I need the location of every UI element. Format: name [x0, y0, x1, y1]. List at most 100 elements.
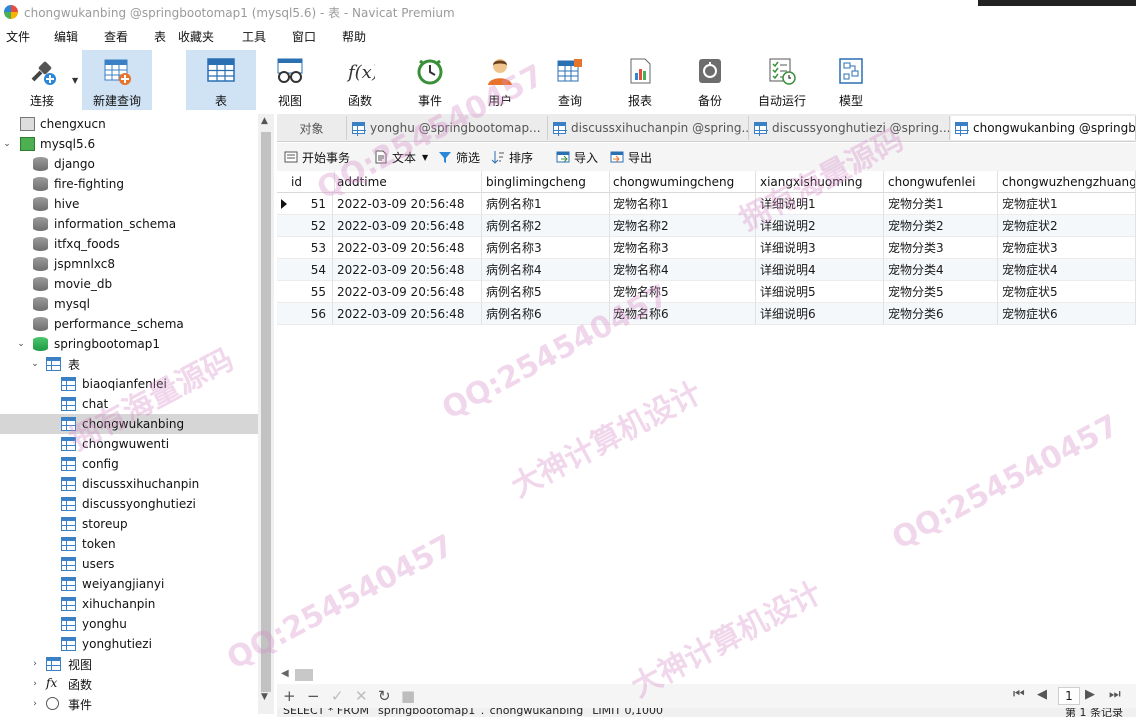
- cell-addtime[interactable]: 2022-03-09 20:56:48: [333, 281, 482, 303]
- cell-xiangxishuoming[interactable]: 详细说明2: [756, 215, 884, 237]
- cell-chongwumingcheng[interactable]: 宠物名称1: [609, 193, 756, 215]
- tab-discussxihuchanpin[interactable]: discussxihuchanpin @spring...: [549, 116, 749, 140]
- function-button[interactable]: f(x) 函数: [332, 50, 388, 110]
- cell-binglimingcheng[interactable]: 病例名称5: [482, 281, 610, 303]
- tree-connection-chengxucn[interactable]: chengxucn: [0, 114, 258, 134]
- tree-db-django[interactable]: django: [0, 154, 258, 174]
- model-button[interactable]: 模型: [826, 50, 876, 110]
- scroll-up-icon[interactable]: ▲: [261, 116, 268, 126]
- collapse-chevron-icon[interactable]: ›: [30, 679, 40, 689]
- collapse-chevron-icon[interactable]: ›: [30, 659, 40, 669]
- stop-icon[interactable]: ■: [401, 687, 415, 705]
- cell-chongwumingcheng[interactable]: 宠物名称5: [609, 281, 756, 303]
- cell-xiangxishuoming[interactable]: 详细说明1: [756, 193, 884, 215]
- cell-chongwumingcheng[interactable]: 宠物名称3: [609, 237, 756, 259]
- tree-table-users[interactable]: users: [0, 554, 258, 574]
- tree-db-information-schema[interactable]: information_schema: [0, 214, 258, 234]
- cell-chongwufenlei[interactable]: 宠物分类5: [884, 281, 998, 303]
- discard-changes-icon[interactable]: ✕: [355, 687, 368, 705]
- menu-table[interactable]: 表: [148, 28, 172, 45]
- cell-chongwuzhengzhuang[interactable]: 宠物症状6: [998, 303, 1136, 325]
- cell-addtime[interactable]: 2022-03-09 20:56:48: [333, 237, 482, 259]
- column-header-addtime[interactable]: addtime: [333, 171, 482, 193]
- column-header-chongwumingcheng[interactable]: chongwumingcheng: [609, 171, 756, 193]
- table-row[interactable]: 51 2022-03-09 20:56:48 病例名称1 宠物名称1 详细说明1…: [277, 193, 1136, 215]
- tree-table-config[interactable]: config: [0, 454, 258, 474]
- report-button[interactable]: 报表: [612, 50, 668, 110]
- cell-addtime[interactable]: 2022-03-09 20:56:48: [333, 303, 482, 325]
- cell-id[interactable]: 52: [287, 215, 333, 237]
- table-button[interactable]: 表: [186, 50, 256, 110]
- cell-binglimingcheng[interactable]: 病例名称3: [482, 237, 610, 259]
- tree-table-weiyangjianyi[interactable]: weiyangjianyi: [0, 574, 258, 594]
- tree-db-hive[interactable]: hive: [0, 194, 258, 214]
- cell-xiangxishuoming[interactable]: 详细说明3: [756, 237, 884, 259]
- expand-chevron-icon[interactable]: ⌄: [16, 339, 26, 349]
- cell-addtime[interactable]: 2022-03-09 20:56:48: [333, 215, 482, 237]
- table-row[interactable]: 53 2022-03-09 20:56:48 病例名称3 宠物名称3 详细说明3…: [277, 237, 1136, 259]
- table-row[interactable]: 52 2022-03-09 20:56:48 病例名称2 宠物名称2 详细说明2…: [277, 215, 1136, 237]
- menu-view[interactable]: 查看: [98, 28, 148, 45]
- cell-binglimingcheng[interactable]: 病例名称1: [482, 193, 610, 215]
- tab-objects[interactable]: 对象: [277, 116, 347, 140]
- cell-binglimingcheng[interactable]: 病例名称2: [482, 215, 610, 237]
- apply-changes-icon[interactable]: ✓: [331, 687, 344, 705]
- connect-button[interactable]: 连接: [14, 50, 70, 110]
- tree-db-performance-schema[interactable]: performance_schema: [0, 314, 258, 334]
- backup-button[interactable]: 备份: [682, 50, 738, 110]
- expand-chevron-icon[interactable]: ⌄: [30, 359, 40, 369]
- expand-chevron-icon[interactable]: ⌄: [2, 139, 12, 149]
- view-button[interactable]: 视图: [262, 50, 318, 110]
- last-page-icon[interactable]: ⏭: [1109, 687, 1121, 702]
- window-controls[interactable]: [978, 0, 1136, 6]
- previous-page-icon[interactable]: ◀: [1037, 687, 1047, 702]
- column-header-chongwuzhengzhuang[interactable]: chongwuzhengzhuang: [998, 171, 1136, 193]
- tree-views-node[interactable]: › 视图: [0, 654, 258, 674]
- tree-db-springbootomap1[interactable]: ⌄ springbootomap1: [0, 334, 258, 354]
- sidebar-scrollbar[interactable]: ▲ ▼: [258, 114, 274, 714]
- cell-chongwufenlei[interactable]: 宠物分类2: [884, 215, 998, 237]
- cell-id[interactable]: 54: [287, 259, 333, 281]
- scroll-down-icon[interactable]: ▼: [261, 692, 268, 702]
- tree-db-jspmnlxc8[interactable]: jspmnlxc8: [0, 254, 258, 274]
- cell-id[interactable]: 53: [287, 237, 333, 259]
- cell-chongwumingcheng[interactable]: 宠物名称6: [609, 303, 756, 325]
- tree-table-chongwukanbing[interactable]: chongwukanbing: [0, 414, 258, 434]
- cell-chongwufenlei[interactable]: 宠物分类6: [884, 303, 998, 325]
- automation-button[interactable]: 自动运行: [752, 50, 812, 110]
- cell-chongwumingcheng[interactable]: 宠物名称4: [609, 259, 756, 281]
- table-row[interactable]: 56 2022-03-09 20:56:48 病例名称6 宠物名称6 详细说明6…: [277, 303, 1136, 325]
- sort-button[interactable]: 排序: [491, 148, 533, 166]
- tree-db-itfxq-foods[interactable]: itfxq_foods: [0, 234, 258, 254]
- tree-table-discussxihuchanpin[interactable]: discussxihuchanpin: [0, 474, 258, 494]
- cell-chongwufenlei[interactable]: 宠物分类4: [884, 259, 998, 281]
- tree-table-discussyonghutiezi[interactable]: discussyonghutiezi: [0, 494, 258, 514]
- tab-yonghu[interactable]: yonghu @springbootomap...: [348, 116, 548, 140]
- first-page-icon[interactable]: ⏮: [1013, 687, 1025, 702]
- column-header-binglimingcheng[interactable]: binglimingcheng: [482, 171, 610, 193]
- tree-table-storeup[interactable]: storeup: [0, 514, 258, 534]
- tree-table-chongwuwenti[interactable]: chongwuwenti: [0, 434, 258, 454]
- menu-tools[interactable]: 工具: [236, 28, 286, 45]
- filter-button[interactable]: 筛选: [438, 148, 480, 166]
- column-header-xiangxishuoming[interactable]: xiangxishuoming: [756, 171, 884, 193]
- begin-transaction-button[interactable]: 开始事务: [284, 148, 350, 166]
- scroll-left-icon[interactable]: ◀: [281, 668, 289, 679]
- cell-binglimingcheng[interactable]: 病例名称6: [482, 303, 610, 325]
- tree-db-mysql[interactable]: mysql: [0, 294, 258, 314]
- cell-chongwufenlei[interactable]: 宠物分类3: [884, 237, 998, 259]
- tab-discussyonghutiezi[interactable]: discussyonghutiezi @spring...: [750, 116, 950, 140]
- import-button[interactable]: 导入: [556, 148, 598, 166]
- tree-db-movie-db[interactable]: movie_db: [0, 274, 258, 294]
- next-page-icon[interactable]: ▶: [1085, 687, 1095, 702]
- column-header-id[interactable]: id: [287, 171, 335, 193]
- tree-connection-mysql56[interactable]: ⌄ mysql5.6: [0, 134, 258, 154]
- text-dropdown-icon[interactable]: ▼: [422, 153, 428, 162]
- table-row[interactable]: 55 2022-03-09 20:56:48 病例名称5 宠物名称5 详细说明5…: [277, 281, 1136, 303]
- table-row[interactable]: 54 2022-03-09 20:56:48 病例名称4 宠物名称4 详细说明4…: [277, 259, 1136, 281]
- menu-edit[interactable]: 编辑: [48, 28, 98, 45]
- cell-binglimingcheng[interactable]: 病例名称4: [482, 259, 610, 281]
- cell-xiangxishuoming[interactable]: 详细说明5: [756, 281, 884, 303]
- tree-table-token[interactable]: token: [0, 534, 258, 554]
- query-button[interactable]: 查询: [542, 50, 598, 110]
